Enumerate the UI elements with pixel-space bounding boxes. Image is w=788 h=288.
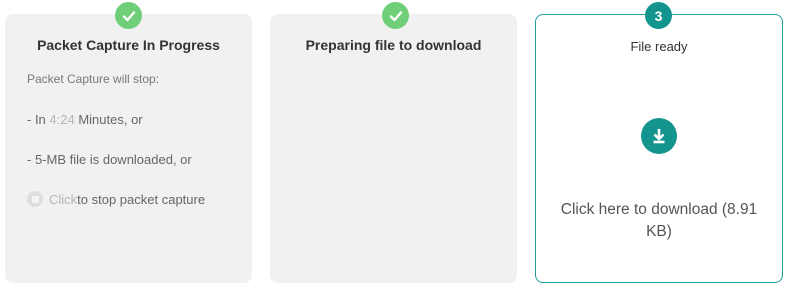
file-size-condition: - 5-MB file is downloaded, or xyxy=(27,152,192,167)
step-card-preparing: Preparing file to download xyxy=(270,14,517,283)
stop-capture-suffix: to stop packet capture xyxy=(77,191,206,207)
checkmark-icon xyxy=(122,10,135,21)
download-icon[interactable] xyxy=(641,118,677,154)
step-title: File ready xyxy=(630,39,688,54)
step-3-number-badge: 3 xyxy=(645,2,672,29)
time-suffix: Minutes, or xyxy=(74,112,143,127)
stop-conditions-intro: Packet Capture will stop: xyxy=(27,72,160,86)
step-2-complete-badge xyxy=(382,2,409,29)
time-remaining-line: - In 4:24 Minutes, or xyxy=(27,112,143,127)
step-title: Preparing file to download xyxy=(305,37,482,53)
download-link[interactable]: Click here to download (8.91 KB) xyxy=(548,199,770,243)
time-remaining-value: 4:24 xyxy=(49,112,75,127)
stop-capture-row: Click to stop packet capture xyxy=(27,191,205,207)
time-prefix: - In xyxy=(27,112,50,127)
step-card-file-ready: File ready Click here to download (8.91 … xyxy=(535,14,783,283)
step-card-capture: Packet Capture In Progress Packet Captur… xyxy=(5,14,252,283)
stop-capture-link[interactable]: Click xyxy=(49,192,77,207)
stop-icon[interactable] xyxy=(27,191,43,207)
step-1-complete-badge xyxy=(115,2,142,29)
step-title: Packet Capture In Progress xyxy=(37,37,220,53)
checkmark-icon xyxy=(389,10,402,21)
